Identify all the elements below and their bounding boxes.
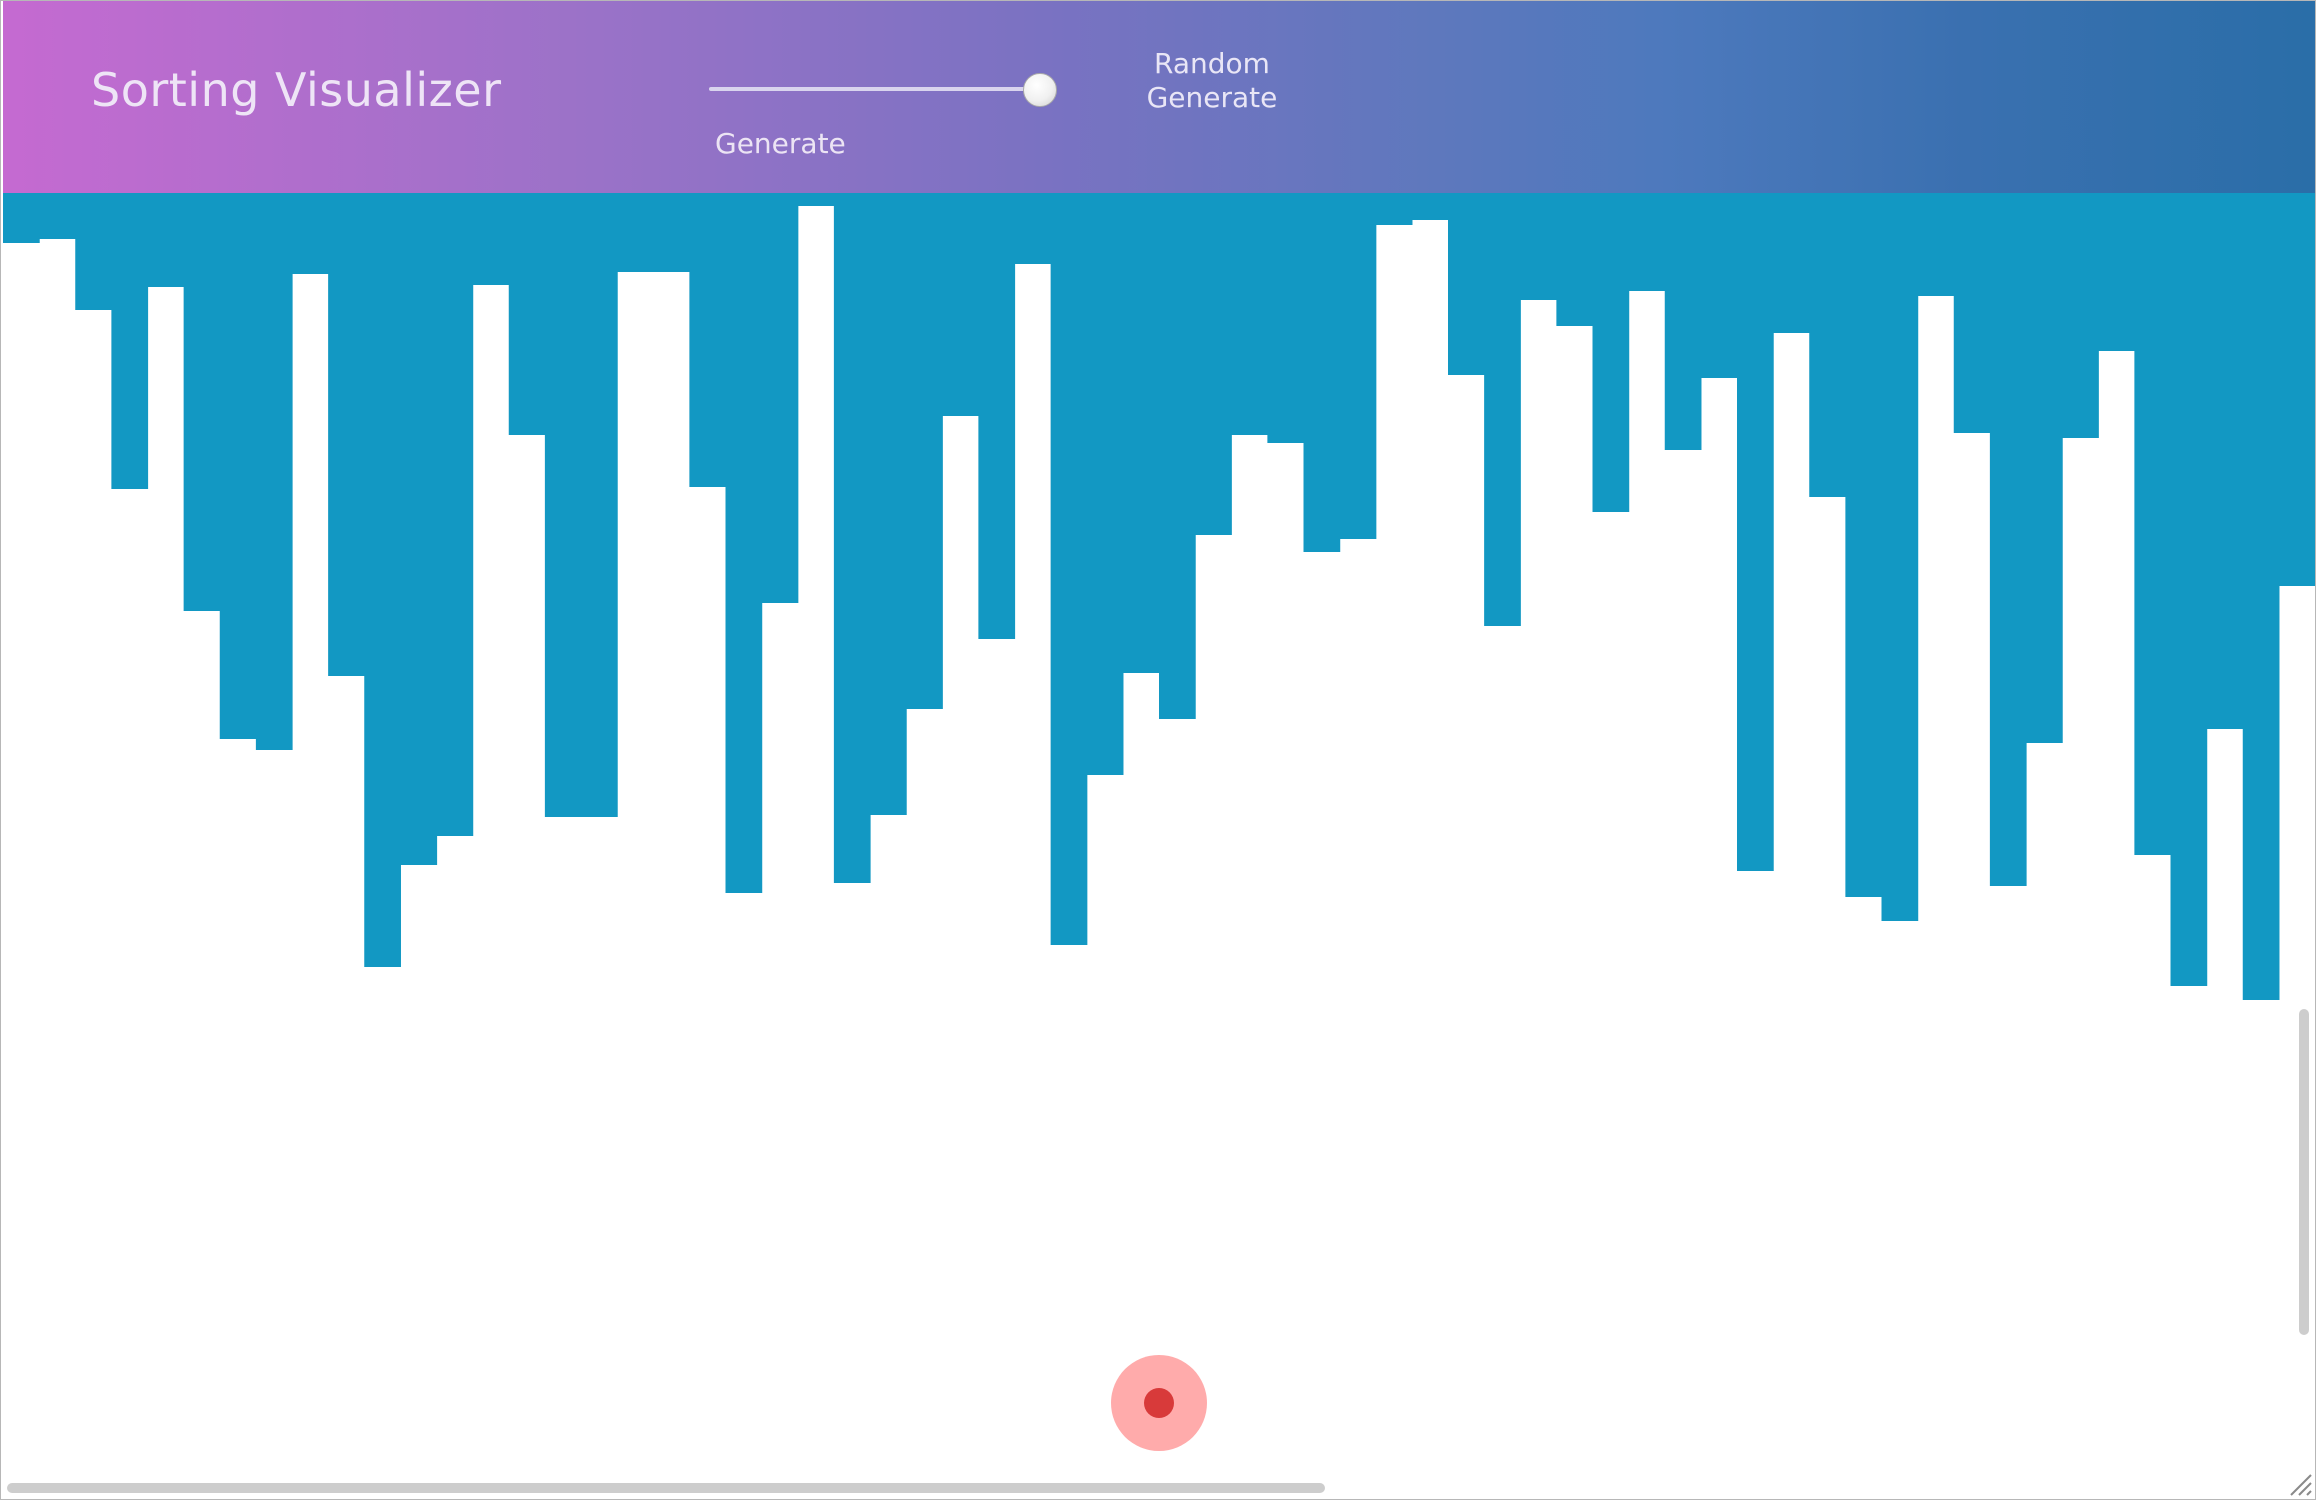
array-bar xyxy=(1881,193,1919,921)
app-header: Sorting Visualizer Generate Random Gener… xyxy=(3,1,2315,195)
array-bar xyxy=(2026,193,2063,743)
array-bar xyxy=(1122,193,1160,673)
array-bar xyxy=(942,193,979,416)
horizontal-scrollbar[interactable] xyxy=(7,1483,1325,1493)
array-bar xyxy=(906,193,943,709)
resize-grip-icon[interactable] xyxy=(2285,1469,2313,1497)
array-bar xyxy=(1953,193,1991,433)
array-bar xyxy=(1267,193,1305,443)
array-bar xyxy=(689,193,727,487)
array-bar xyxy=(2098,193,2135,351)
array-bar xyxy=(255,193,293,750)
cursor-dot-icon xyxy=(1144,1388,1174,1418)
array-bar xyxy=(1556,193,1594,326)
array-size-slider-track[interactable] xyxy=(709,87,1043,91)
array-bar xyxy=(1664,193,1702,450)
array-bar xyxy=(1303,193,1341,552)
array-bar xyxy=(833,193,871,883)
random-generate-button[interactable]: Random Generate xyxy=(1127,47,1297,115)
array-bar xyxy=(508,193,546,435)
array-bar xyxy=(2134,193,2172,855)
array-bar xyxy=(1339,193,1377,539)
array-bar xyxy=(1448,193,1485,375)
array-bar xyxy=(1809,193,1846,497)
array-size-slider-thumb[interactable] xyxy=(1023,73,1057,107)
array-bar xyxy=(2278,193,2315,586)
array-bar xyxy=(1159,193,1196,719)
array-bar xyxy=(39,193,76,239)
array-bar xyxy=(1917,193,1955,296)
array-bar xyxy=(472,193,510,285)
array-bar xyxy=(1231,193,1268,435)
array-bar xyxy=(75,193,112,310)
array-bar xyxy=(2062,193,2099,438)
array-bar xyxy=(400,193,438,865)
array-bar xyxy=(761,193,799,603)
array-bar xyxy=(1989,193,2027,886)
array-bar xyxy=(1086,193,1124,775)
array-bar xyxy=(147,193,185,287)
browser-viewport: Sorting Visualizer Generate Random Gener… xyxy=(0,0,2316,1500)
array-bar xyxy=(1700,193,1738,378)
cursor-indicator xyxy=(1111,1355,1207,1451)
array-bar xyxy=(1737,193,1774,871)
array-bar xyxy=(978,193,1016,639)
array-bar xyxy=(1050,193,1088,945)
bars-chart xyxy=(3,193,2315,1000)
array-bar xyxy=(1411,193,1449,220)
array-bar xyxy=(1014,193,1052,264)
array-bar xyxy=(436,193,474,836)
vertical-scrollbar[interactable] xyxy=(2299,1009,2309,1335)
array-bar xyxy=(219,193,257,739)
array-bar xyxy=(653,193,690,272)
array-bar xyxy=(544,193,582,817)
array-bar xyxy=(725,193,763,893)
array-bar xyxy=(1845,193,1883,897)
array-bar xyxy=(111,193,149,489)
array-bar xyxy=(1484,193,1521,626)
array-bar xyxy=(1628,193,1666,291)
array-bar xyxy=(581,193,618,817)
app-title: Sorting Visualizer xyxy=(91,63,502,117)
array-bar xyxy=(1195,193,1232,535)
array-bar xyxy=(2242,193,2280,1000)
array-bar xyxy=(2206,193,2244,729)
array-bar xyxy=(2170,193,2208,986)
array-bar xyxy=(364,193,401,967)
array-bar xyxy=(617,193,654,272)
array-bar xyxy=(328,193,365,676)
bars-area xyxy=(3,193,2315,1493)
array-bar xyxy=(797,193,835,206)
array-bar xyxy=(1375,193,1413,225)
array-bar xyxy=(870,193,907,815)
array-bar xyxy=(3,193,40,243)
array-bar xyxy=(1520,193,1557,300)
array-bar xyxy=(1592,193,1630,512)
random-generate-label: Random Generate xyxy=(1146,47,1278,114)
array-bar xyxy=(1773,193,1810,333)
array-bar xyxy=(183,193,221,611)
generate-label: Generate xyxy=(715,127,846,160)
array-bar xyxy=(292,193,329,274)
